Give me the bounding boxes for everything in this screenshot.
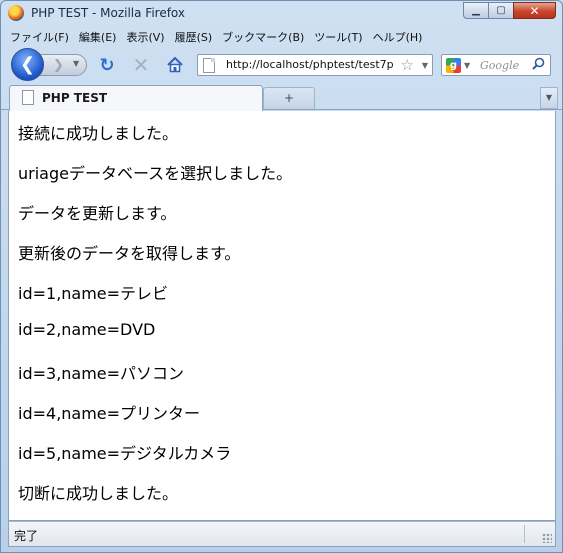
search-engine-dropdown-icon[interactable]: ▼ bbox=[464, 61, 470, 70]
status-bar: 完了 bbox=[8, 521, 556, 547]
home-icon[interactable] bbox=[165, 55, 185, 75]
url-input[interactable]: http://localhost/phptest/test7p bbox=[226, 58, 394, 71]
google-icon[interactable]: g bbox=[446, 58, 461, 73]
menu-edit[interactable]: 編集(E) bbox=[74, 28, 122, 46]
firefox-icon bbox=[8, 5, 24, 21]
navigation-toolbar: ❮ ❯ ▼ ↻ ✕ http://localhost/phptest/test7… bbox=[1, 46, 562, 82]
menu-help[interactable]: ヘルプ(H) bbox=[368, 28, 428, 46]
menu-file[interactable]: ファイル(F) bbox=[5, 28, 74, 46]
content-line: id=5,name=デジタルカメラ bbox=[18, 444, 232, 463]
browser-window: PHP TEST - Mozilla Firefox ▁ ▢ ✕ ファイル(F)… bbox=[0, 0, 563, 553]
title-bar[interactable]: PHP TEST - Mozilla Firefox ▁ ▢ ✕ bbox=[1, 1, 562, 27]
url-dropdown-icon[interactable]: ▼ bbox=[422, 61, 428, 70]
search-icon[interactable] bbox=[532, 57, 545, 74]
page-icon bbox=[203, 58, 215, 73]
content-line: uriageデータベースを選択しました。 bbox=[18, 164, 293, 183]
content-line: id=4,name=プリンター bbox=[18, 404, 201, 423]
menu-view[interactable]: 表示(V) bbox=[121, 28, 169, 46]
search-bar[interactable]: g ▼ Google bbox=[441, 54, 551, 76]
page-content: 接続に成功しました。 uriageデータベースを選択しました。 データを更新しま… bbox=[8, 111, 556, 521]
menu-tools[interactable]: ツール(T) bbox=[309, 28, 367, 46]
resize-grip-icon[interactable] bbox=[542, 533, 552, 543]
page-icon bbox=[22, 90, 34, 105]
tab-list-dropdown-icon[interactable]: ▼ bbox=[540, 87, 558, 109]
content-line: 接続に成功しました。 bbox=[18, 124, 179, 143]
reload-icon[interactable]: ↻ bbox=[97, 55, 117, 76]
new-tab-button[interactable]: + bbox=[263, 87, 315, 109]
maximize-button[interactable]: ▢ bbox=[488, 2, 514, 19]
back-arrow-icon: ❮ bbox=[19, 54, 36, 75]
window-controls: ▁ ▢ ✕ bbox=[463, 2, 556, 19]
content-line: id=1,name=テレビ bbox=[18, 284, 169, 303]
forward-arrow-icon: ❯ bbox=[53, 57, 64, 73]
menu-history[interactable]: 履歴(S) bbox=[170, 28, 218, 46]
menu-bookmarks[interactable]: ブックマーク(B) bbox=[217, 28, 309, 46]
status-divider bbox=[524, 525, 525, 543]
content-line: 切断に成功しました。 bbox=[18, 484, 179, 503]
tab-title: PHP TEST bbox=[42, 91, 108, 105]
search-input[interactable]: Google bbox=[480, 59, 519, 72]
history-dropdown-icon[interactable]: ▼ bbox=[73, 59, 79, 68]
tab-php-test[interactable]: PHP TEST bbox=[9, 85, 263, 111]
menu-bar: ファイル(F) 編集(E) 表示(V) 履歴(S) ブックマーク(B) ツール(… bbox=[5, 28, 427, 46]
url-bar[interactable]: http://localhost/phptest/test7p ☆ ▼ bbox=[197, 54, 433, 76]
content-line: 更新後のデータを取得します。 bbox=[18, 244, 241, 263]
stop-icon[interactable]: ✕ bbox=[131, 53, 151, 77]
window-title: PHP TEST - Mozilla Firefox bbox=[31, 6, 186, 20]
content-line: id=2,name=DVD bbox=[18, 320, 156, 339]
close-button[interactable]: ✕ bbox=[513, 2, 556, 19]
minimize-button[interactable]: ▁ bbox=[463, 2, 489, 19]
content-line: id=3,name=パソコン bbox=[18, 364, 185, 383]
content-line: データを更新します。 bbox=[18, 204, 177, 223]
status-text: 完了 bbox=[14, 529, 39, 543]
back-button[interactable]: ❮ bbox=[11, 48, 44, 81]
bookmark-star-icon[interactable]: ☆ bbox=[401, 56, 414, 74]
tab-bar: PHP TEST + ▼ bbox=[1, 83, 562, 111]
